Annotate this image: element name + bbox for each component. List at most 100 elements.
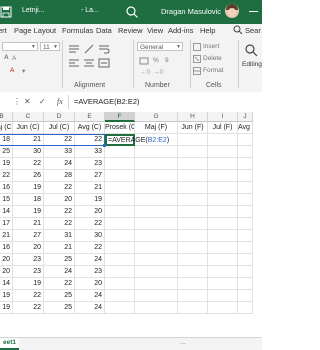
table-cell[interactable]: 23 [13, 254, 44, 266]
table-cell[interactable] [208, 302, 238, 314]
table-cell[interactable]: 22 [13, 158, 44, 170]
table-cell[interactable]: 25 [0, 146, 13, 158]
percent-button[interactable]: % [153, 57, 159, 64]
table-cell[interactable] [238, 134, 253, 146]
font-name-dropdown[interactable]: ▼ [2, 42, 38, 51]
table-cell[interactable] [135, 206, 178, 218]
table-cell[interactable] [238, 266, 253, 278]
table-cell[interactable] [178, 182, 208, 194]
table-cell[interactable] [208, 206, 238, 218]
table-cell[interactable]: 33 [75, 146, 105, 158]
format-button[interactable]: Format [203, 67, 224, 74]
table-cell[interactable]: 28 [44, 170, 75, 182]
table-cell[interactable] [208, 218, 238, 230]
table-cell[interactable] [208, 146, 238, 158]
save-icon[interactable] [0, 6, 12, 18]
column-header-c[interactable]: C [13, 112, 44, 122]
range-resize-handle[interactable] [103, 144, 106, 147]
wrap-text-icon[interactable] [98, 44, 110, 56]
table-cell[interactable]: 20 [0, 266, 13, 278]
table-cell[interactable] [208, 182, 238, 194]
search-icon[interactable] [125, 5, 141, 19]
enter-icon[interactable]: ✓ [39, 97, 46, 106]
column-header-i[interactable]: I [208, 112, 238, 122]
table-cell[interactable] [135, 158, 178, 170]
table-cell[interactable] [178, 302, 208, 314]
table-cell[interactable] [208, 266, 238, 278]
table-cell[interactable] [105, 290, 135, 302]
font-color-dropdown-icon[interactable]: ▾ [22, 67, 25, 75]
tab-data[interactable]: Data [96, 26, 112, 35]
table-cell[interactable] [178, 278, 208, 290]
header-cell-maj-c[interactable]: Maj (C) [0, 122, 13, 134]
table-cell[interactable] [208, 254, 238, 266]
table-cell[interactable] [135, 194, 178, 206]
table-cell[interactable] [178, 266, 208, 278]
table-cell[interactable] [135, 290, 178, 302]
table-cell[interactable]: 24 [75, 254, 105, 266]
comma-button[interactable]: 9 [165, 57, 169, 64]
table-cell[interactable] [238, 218, 253, 230]
table-cell[interactable] [135, 218, 178, 230]
header-cell-jul-f[interactable]: Jul (F) [208, 122, 238, 134]
table-cell[interactable]: 25 [44, 302, 75, 314]
insert-function-icon[interactable]: fx [57, 97, 63, 106]
insert-button[interactable]: Insert [203, 43, 219, 50]
table-cell[interactable] [178, 194, 208, 206]
table-cell[interactable]: 15 [0, 194, 13, 206]
table-cell[interactable]: 19 [75, 194, 105, 206]
number-format-dropdown[interactable]: General ▼ [137, 42, 183, 51]
table-cell[interactable] [178, 158, 208, 170]
table-cell[interactable]: 18 [0, 134, 13, 146]
column-header-f[interactable]: F [105, 112, 135, 122]
formula-input[interactable]: =AVERAGE(B2:E2) [74, 97, 140, 106]
increase-decimal-icon[interactable]: ←0 [140, 69, 150, 76]
table-cell[interactable]: 23 [13, 266, 44, 278]
header-cell-jul-c[interactable]: Jul (C) [44, 122, 75, 134]
table-cell[interactable]: 18 [13, 194, 44, 206]
table-cell[interactable]: 22 [13, 302, 44, 314]
table-cell[interactable]: 22 [0, 170, 13, 182]
table-cell[interactable] [178, 170, 208, 182]
editing-button[interactable]: Editing [242, 61, 262, 68]
table-cell[interactable] [208, 158, 238, 170]
tab-view[interactable]: View [147, 26, 163, 35]
table-cell[interactable] [105, 170, 135, 182]
cancel-icon[interactable]: ✕ [24, 97, 31, 106]
table-cell[interactable]: 17 [0, 218, 13, 230]
table-cell[interactable]: 30 [75, 230, 105, 242]
table-cell[interactable]: 22 [44, 218, 75, 230]
table-cell[interactable] [178, 290, 208, 302]
insert-icon[interactable] [193, 43, 201, 53]
table-cell[interactable] [105, 278, 135, 290]
table-cell[interactable] [135, 266, 178, 278]
table-cell[interactable] [238, 254, 253, 266]
table-cell[interactable] [238, 242, 253, 254]
table-cell[interactable]: 21 [44, 242, 75, 254]
table-cell[interactable] [238, 290, 253, 302]
column-header-h[interactable]: H [178, 112, 208, 122]
table-cell[interactable] [135, 170, 178, 182]
table-cell[interactable]: 19 [0, 158, 13, 170]
table-cell[interactable] [208, 242, 238, 254]
table-cell[interactable] [208, 134, 238, 146]
table-cell[interactable]: 22 [44, 206, 75, 218]
font-color-icon[interactable]: A [10, 67, 14, 74]
sheet-options-icon[interactable]: ... [180, 339, 186, 346]
table-cell[interactable]: 16 [0, 242, 13, 254]
table-cell[interactable] [105, 146, 135, 158]
table-cell[interactable] [238, 194, 253, 206]
column-header-g[interactable]: G [135, 112, 178, 122]
table-cell[interactable] [238, 182, 253, 194]
tab-insert[interactable]: ert [0, 26, 7, 35]
align-center-icon[interactable] [83, 58, 95, 70]
tab-page-layout[interactable]: Page Layout [14, 26, 56, 35]
table-cell[interactable]: 20 [44, 194, 75, 206]
table-cell[interactable]: 20 [75, 278, 105, 290]
table-cell[interactable]: 20 [75, 206, 105, 218]
table-cell[interactable] [238, 158, 253, 170]
table-cell[interactable]: 24 [44, 266, 75, 278]
tab-add-ins[interactable]: Add-ins [168, 26, 193, 35]
table-cell[interactable]: 21 [13, 134, 44, 146]
table-cell[interactable] [208, 230, 238, 242]
